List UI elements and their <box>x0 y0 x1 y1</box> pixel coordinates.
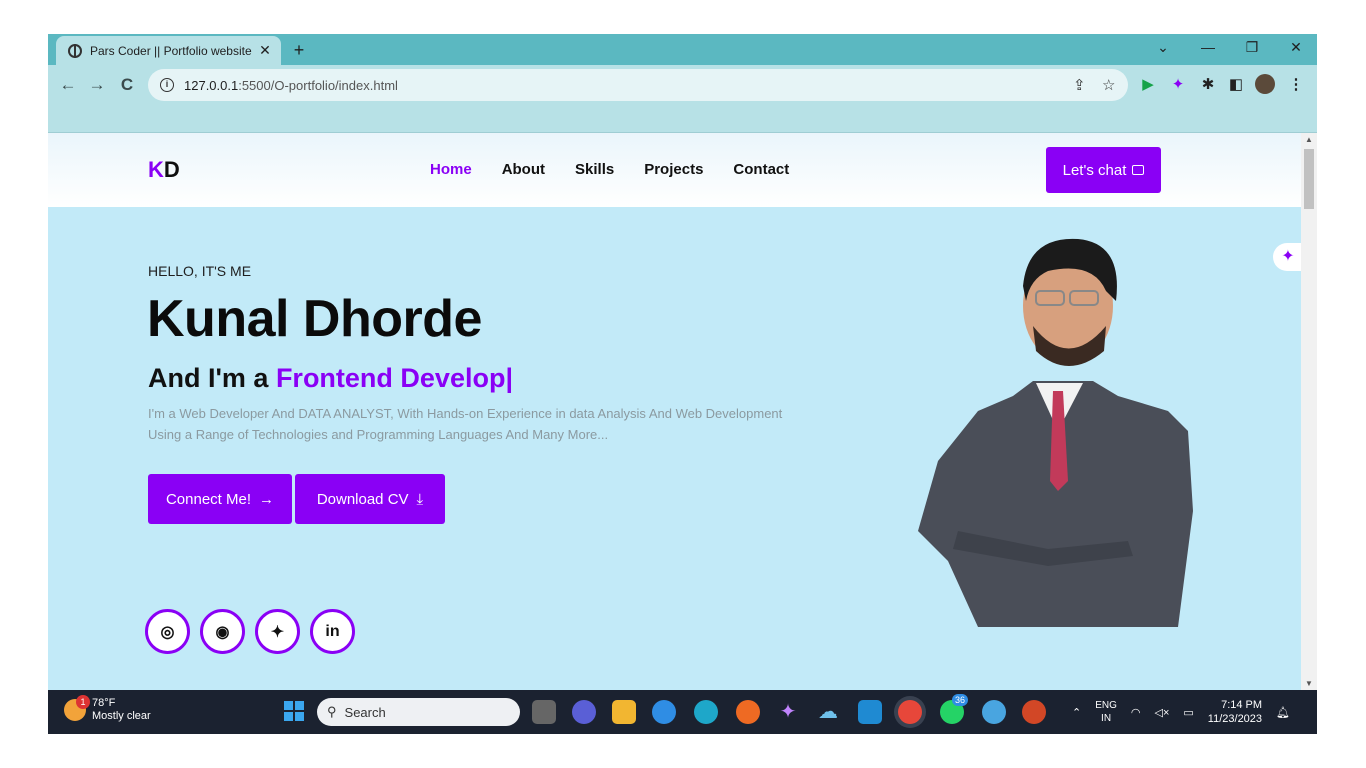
minimize-button[interactable]: — <box>1193 39 1223 55</box>
twitter-icon[interactable]: ✦ <box>255 609 300 654</box>
role-prefix: And I'm a <box>148 363 276 393</box>
new-tab-button[interactable]: + <box>288 40 310 61</box>
role-typed: Frontend Develop| <box>275 363 514 393</box>
hero-intro: I'm a Web Developer And DATA ANALYST, Wi… <box>148 406 783 442</box>
search-icon: ⚲ <box>327 704 337 719</box>
hero-name: Kunal Dhorde <box>147 290 482 348</box>
notification-badge: 1 <box>76 695 90 709</box>
sparkle-extension-icon[interactable]: ✦ <box>1273 243 1301 271</box>
wifi-icon[interactable]: ◠ <box>1131 706 1141 719</box>
weather-widget[interactable]: 1 78°F Mostly clear <box>64 695 151 723</box>
chat-icon <box>1132 165 1145 175</box>
file-explorer-icon[interactable] <box>612 700 636 724</box>
whatsapp-icon[interactable]: 36 <box>940 694 969 724</box>
social-links: ◎ ◉ ✦ in <box>145 609 355 654</box>
connect-me-label: Connect Me! <box>165 490 252 508</box>
tab-close-icon[interactable]: ✕ <box>257 42 273 59</box>
browser-toolbar: ← → C i 127.0.0.1:5500/O-portfolio/index… <box>48 65 1317 105</box>
arrow-right-icon: → <box>259 490 275 508</box>
language-indicator[interactable]: ENG IN <box>1095 699 1117 725</box>
scrollbar-thumb[interactable] <box>1304 149 1314 209</box>
scroll-down-icon[interactable]: ▼ <box>1305 679 1313 688</box>
hero-section: HELLO, IT'S ME Kunal Dhorde And I'm a Fr… <box>48 207 1301 690</box>
site-logo[interactable]: KD <box>148 157 180 183</box>
nav-about[interactable]: About <box>502 161 545 178</box>
lets-chat-label: Let's chat <box>1062 161 1127 179</box>
github-icon[interactable]: ◉ <box>200 609 245 654</box>
edge-icon[interactable] <box>694 700 718 724</box>
browser-tabbar: Pars Coder || Portfolio website ✕ + ⌄ — … <box>48 34 1317 65</box>
page-scrollbar[interactable]: ▲ ▼ <box>1301 133 1317 690</box>
windows-start-icon[interactable] <box>284 701 304 721</box>
hero-role-line: And I'm a Frontend Develop| <box>148 363 513 394</box>
nav-skills[interactable]: Skills <box>575 161 614 178</box>
battery-icon[interactable]: ▭ <box>1183 706 1193 719</box>
nav-contact[interactable]: Contact <box>733 161 789 178</box>
weather-app-icon[interactable]: ☁ <box>816 700 840 724</box>
scroll-up-icon[interactable]: ▲ <box>1305 135 1313 144</box>
site-info-icon[interactable]: i <box>160 78 174 92</box>
download-cv-button[interactable]: Download CV ⤓ <box>295 474 445 524</box>
extensions-puzzle-icon[interactable]: ✱ <box>1197 75 1219 93</box>
address-bar[interactable]: i 127.0.0.1:5500/O-portfolio/index.html … <box>148 69 1128 101</box>
close-window-button[interactable]: ✕ <box>1281 39 1311 56</box>
whatsapp-badge: 36 <box>952 694 969 706</box>
reload-icon[interactable]: C <box>116 75 138 95</box>
bookmark-star-icon[interactable]: ☆ <box>1102 76 1115 94</box>
download-cv-label: Download CV <box>316 490 409 508</box>
windows-taskbar: 1 78°F Mostly clear ⚲ Search ✦ ☁ 36 ⌃ ENG… <box>48 690 1317 734</box>
side-panel-icon[interactable]: ◧ <box>1225 75 1247 93</box>
restore-button[interactable]: ❐ <box>1237 39 1267 56</box>
firefox-icon[interactable] <box>736 700 760 724</box>
instagram-icon[interactable]: ◎ <box>145 609 190 654</box>
vscode-icon[interactable] <box>858 700 882 724</box>
chrome-icon[interactable] <box>898 700 922 724</box>
tab-title: Pars Coder || Portfolio website <box>90 43 252 58</box>
nav-projects[interactable]: Projects <box>644 161 703 178</box>
forward-icon[interactable]: → <box>86 75 108 95</box>
chrome-menu-icon[interactable]: ⋮ <box>1285 75 1307 93</box>
taskbar-clock[interactable]: 7:14 PM 11/23/2023 <box>1208 698 1262 726</box>
linkedin-icon[interactable]: in <box>310 609 355 654</box>
url-text: 127.0.0.1:5500/O-portfolio/index.html <box>184 77 398 93</box>
paint-icon[interactable] <box>982 700 1006 724</box>
bookmark-bar <box>48 105 1317 133</box>
screen: Pars Coder || Portfolio website ✕ + ⌄ — … <box>48 34 1317 734</box>
volume-icon[interactable]: ◁× <box>1155 706 1170 719</box>
page-viewport: KD Home About Skills Projects Contact Le… <box>48 133 1301 690</box>
nav-home[interactable]: Home <box>430 161 472 178</box>
download-icon: ⤓ <box>416 490 424 508</box>
browser-tab[interactable]: Pars Coder || Portfolio website ✕ <box>56 36 281 65</box>
tab-search-icon[interactable]: ⌄ <box>1148 39 1178 56</box>
main-nav: Home About Skills Projects Contact <box>430 161 789 178</box>
ai-extension-icon[interactable]: ✦ <box>1167 75 1189 93</box>
tray-overflow-icon[interactable]: ⌃ <box>1072 706 1081 719</box>
weather-text: 78°F Mostly clear <box>92 697 151 722</box>
profile-avatar[interactable] <box>1255 74 1275 94</box>
taskbar-search[interactable]: ⚲ Search <box>317 698 520 726</box>
weather-icon: 1 <box>64 695 90 721</box>
teams-chat-icon[interactable] <box>572 700 596 724</box>
play-extension-icon[interactable]: ▶ <box>1137 75 1159 93</box>
get-help-icon[interactable] <box>652 700 676 724</box>
back-icon[interactable]: ← <box>57 75 79 95</box>
system-tray: ⌃ ENG IN ◠ ◁× ▭ 7:14 PM 11/23/2023 🔔︎ <box>1072 698 1290 726</box>
share-icon[interactable]: ⇪ <box>1073 76 1086 94</box>
powerpoint-icon[interactable] <box>1022 700 1046 724</box>
connect-me-button[interactable]: Connect Me! → <box>148 474 292 524</box>
copilot-icon[interactable]: ✦ <box>776 700 800 724</box>
lets-chat-button[interactable]: Let's chat <box>1046 147 1161 193</box>
profile-photo <box>918 238 1193 627</box>
taskbar-search-label: Search <box>344 704 386 720</box>
site-header: KD Home About Skills Projects Contact Le… <box>48 133 1301 207</box>
notification-bell-icon[interactable]: 🔔︎ <box>1276 706 1290 719</box>
task-view-icon[interactable] <box>532 700 556 724</box>
globe-icon <box>68 43 82 58</box>
hero-greeting: HELLO, IT'S ME <box>148 263 252 279</box>
